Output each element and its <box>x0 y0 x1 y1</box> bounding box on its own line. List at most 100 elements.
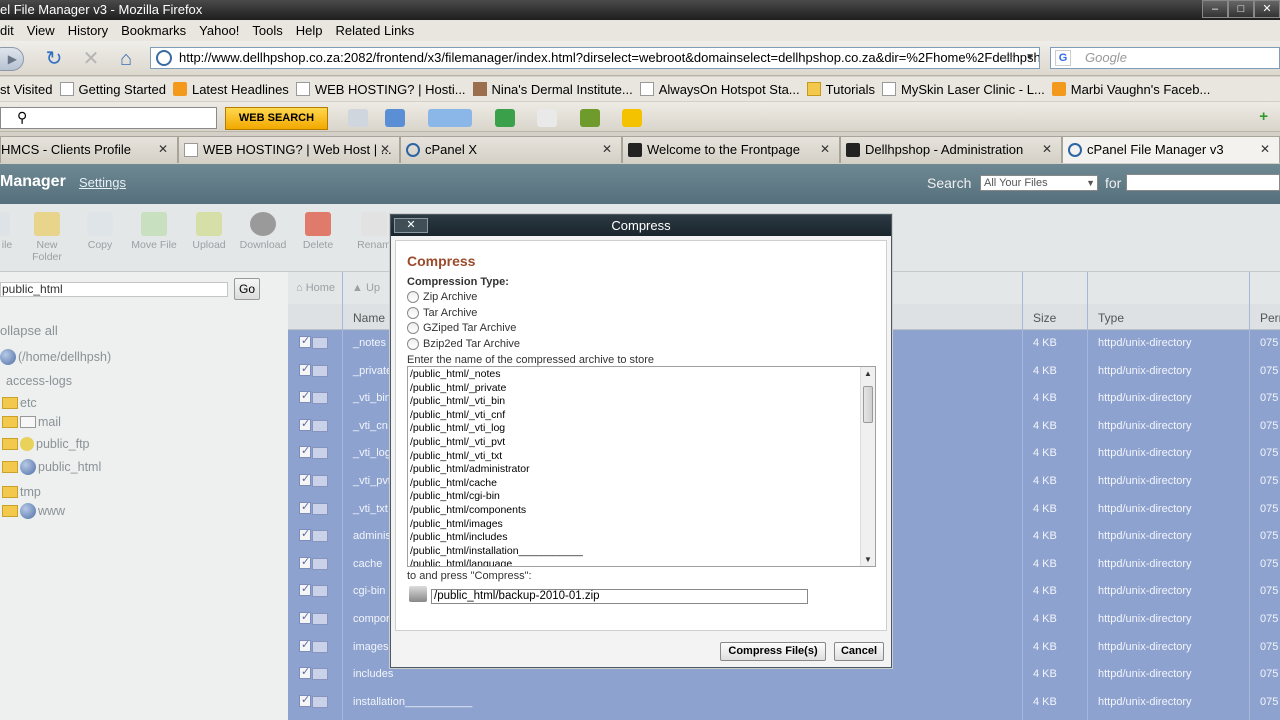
compress-files-button[interactable]: Compress File(s) <box>720 642 826 661</box>
finance-icon[interactable] <box>495 109 515 127</box>
site-identity-icon[interactable] <box>156 50 172 66</box>
list-item[interactable]: /public_html/_vti_txt <box>410 450 502 462</box>
notepad-icon[interactable] <box>580 109 600 127</box>
gzip-tar-option[interactable]: GZiped Tar Archive <box>407 322 516 334</box>
bookmark-item[interactable]: Tutorials <box>806 82 875 97</box>
close-window-button[interactable]: ✕ <box>1254 0 1280 18</box>
minimize-button[interactable]: – <box>1202 0 1228 18</box>
up-nav-button[interactable]: ▲ Up <box>352 282 380 294</box>
row-checkbox[interactable] <box>299 555 311 569</box>
add-toolbar-icon[interactable]: + <box>1259 108 1268 125</box>
list-item[interactable]: /public_html/_vti_bin <box>410 395 505 407</box>
bookmark-item[interactable]: Latest Headlines <box>172 82 289 97</box>
google-icon[interactable]: G <box>1055 50 1071 66</box>
settings-link[interactable]: Settings <box>79 175 126 190</box>
bookmark-item[interactable]: Nina's Dermal Institute... <box>472 82 633 97</box>
list-item[interactable]: /public_html/installation___________ <box>410 545 583 557</box>
new-file-button[interactable]: ile <box>0 212 14 251</box>
tree-item[interactable]: etc <box>2 396 37 410</box>
close-tab-icon[interactable]: ✕ <box>602 137 612 162</box>
web-search-button[interactable]: WEB SEARCH <box>225 107 328 130</box>
ebay-icon[interactable] <box>622 109 642 127</box>
browser-tab[interactable]: HMCS - Clients Profile ✕ <box>0 136 178 163</box>
url-bar[interactable]: http://www.dellhpshop.co.za:2082/fronten… <box>150 47 1040 69</box>
list-item[interactable]: /public_html/administrator <box>410 463 530 475</box>
scroll-down-icon[interactable]: ▼ <box>864 555 872 564</box>
file-name[interactable]: _private <box>353 365 392 377</box>
row-checkbox[interactable] <box>299 472 311 486</box>
close-tab-icon[interactable]: ✕ <box>1260 137 1270 162</box>
row-checkbox[interactable] <box>299 389 311 404</box>
file-name[interactable]: adminis <box>353 530 391 542</box>
rename-button[interactable]: Renam <box>356 212 392 251</box>
reload-icon[interactable]: ↻ <box>43 48 65 70</box>
list-scrollbar[interactable]: ▲ ▼ <box>860 367 875 566</box>
row-checkbox[interactable] <box>299 444 311 459</box>
tar-archive-option[interactable]: Tar Archive <box>407 307 477 319</box>
row-checkbox[interactable] <box>299 417 311 431</box>
radio-button[interactable] <box>407 338 419 350</box>
cancel-button[interactable]: Cancel <box>834 642 884 661</box>
tree-item[interactable]: www <box>2 503 65 519</box>
scroll-up-icon[interactable]: ▲ <box>864 369 872 378</box>
file-name[interactable]: _vti_bin <box>353 392 391 404</box>
perm-column-header[interactable]: Perm <box>1260 311 1280 325</box>
tree-item[interactable]: mail <box>2 415 61 429</box>
file-name[interactable]: compor <box>353 613 390 625</box>
url-dropdown-icon[interactable]: ▼ <box>1025 48 1035 68</box>
list-item[interactable]: /public_html/_vti_log <box>410 422 505 434</box>
file-name[interactable]: images <box>353 641 388 653</box>
radio-button[interactable] <box>407 322 419 334</box>
stop-icon[interactable]: ✕ <box>80 48 102 70</box>
menu-edit[interactable]: dit <box>0 23 14 38</box>
upload-button[interactable]: Upload <box>189 212 229 251</box>
close-tab-icon[interactable]: ✕ <box>380 137 390 162</box>
selected-files-list[interactable]: /public_html/_notes/public_html/_private… <box>407 366 876 567</box>
list-item[interactable]: /public_html/cache <box>410 477 497 489</box>
list-item[interactable]: /public_html/_private <box>410 382 506 394</box>
close-tab-icon[interactable]: ✕ <box>158 137 168 162</box>
list-item[interactable]: /public_html/includes <box>410 531 507 543</box>
go-button[interactable]: Go <box>234 278 260 300</box>
menu-related-links[interactable]: Related Links <box>336 23 415 38</box>
download-button[interactable]: Download <box>237 212 289 251</box>
list-item[interactable]: /public_html/_vti_pvt <box>410 436 505 448</box>
back-button[interactable]: ▶ <box>0 47 24 71</box>
file-name[interactable]: _vti_pvt <box>353 475 391 487</box>
tree-item[interactable]: public_ftp <box>2 437 90 451</box>
browser-tab[interactable]: cPanel X ✕ <box>400 136 622 163</box>
row-checkbox[interactable] <box>299 500 311 514</box>
file-name[interactable]: _vti_cn <box>353 420 388 432</box>
row-checkbox[interactable] <box>299 693 311 707</box>
copy-button[interactable]: Copy <box>85 212 115 251</box>
menu-tools[interactable]: Tools <box>252 23 282 38</box>
browser-search-box[interactable]: G Google <box>1050 47 1280 69</box>
maximize-button[interactable]: □ <box>1228 0 1254 18</box>
tree-item[interactable]: (/home/dellhpsh) <box>0 349 111 365</box>
list-item[interactable]: /public_html/images <box>410 518 503 530</box>
tree-item[interactable]: public_html <box>2 459 101 475</box>
toolbar-search-input[interactable]: ⚲ <box>0 107 217 129</box>
close-tab-icon[interactable]: ✕ <box>1042 137 1052 162</box>
list-item[interactable]: /public_html/_vti_cnf <box>410 409 505 421</box>
mail-icon[interactable] <box>385 109 405 127</box>
browser-tab[interactable]: Welcome to the Frontpage ✕ <box>622 136 840 163</box>
weather-icon[interactable] <box>428 109 472 127</box>
bookmark-item[interactable]: MySkin Laser Clinic - L... <box>882 82 1045 97</box>
menu-history[interactable]: History <box>68 23 108 38</box>
table-row[interactable]: installation___________ 4 KB httpd/unix-di… <box>288 689 1280 716</box>
path-input[interactable]: public_html <box>0 282 228 297</box>
list-item[interactable]: /public_html/language <box>410 558 512 566</box>
file-name[interactable]: installation___________ <box>353 696 472 708</box>
bookmark-item[interactable]: AlwaysOn Hotspot Sta... <box>639 82 800 97</box>
menu-yahoo[interactable]: Yahoo! <box>199 23 239 38</box>
close-tab-icon[interactable]: ✕ <box>820 137 830 162</box>
file-name[interactable]: _vti_log <box>353 447 391 459</box>
type-column-header[interactable]: Type <box>1098 311 1124 325</box>
file-search-input[interactable] <box>1126 174 1280 191</box>
delete-button[interactable]: Delete <box>298 212 338 251</box>
file-name[interactable]: cgi-bin <box>353 585 385 597</box>
bookmark-item[interactable]: WEB HOSTING? | Hosti... <box>295 82 466 97</box>
row-checkbox[interactable] <box>299 638 311 652</box>
size-column-header[interactable]: Size <box>1033 311 1056 325</box>
